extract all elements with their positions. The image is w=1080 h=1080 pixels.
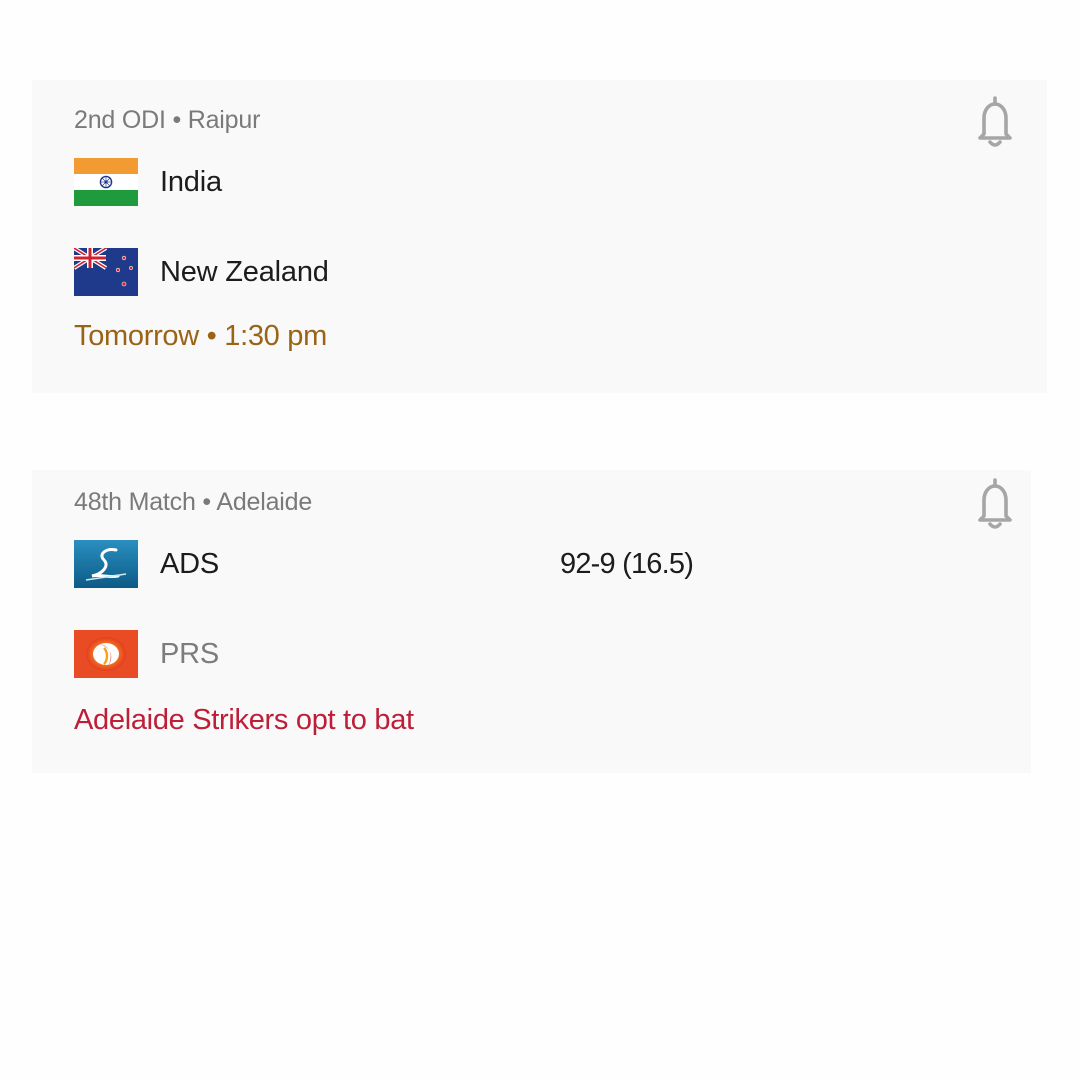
- match-card[interactable]: 2nd ODI • Raipur India New Zealand Tomor…: [32, 80, 1047, 393]
- team-name: India: [160, 166, 222, 198]
- team-name: New Zealand: [160, 256, 329, 288]
- match-status: Tomorrow • 1:30 pm: [74, 320, 327, 352]
- match-meta: 2nd ODI • Raipur: [74, 106, 261, 134]
- match-status: Adelaide Strikers opt to bat: [74, 704, 414, 736]
- match-card[interactable]: 48th Match • Adelaide ADS 92-9 (16.5) PR…: [32, 470, 1031, 773]
- team-row-ads[interactable]: ADS 92-9 (16.5): [74, 540, 974, 588]
- match-list: 2nd ODI • Raipur India New Zealand Tomor…: [0, 0, 1080, 1080]
- new-zealand-flag-icon: [74, 248, 138, 296]
- adelaide-strikers-logo-icon: [74, 540, 138, 588]
- team-name: PRS: [160, 638, 220, 670]
- team-row-india[interactable]: India: [74, 158, 974, 206]
- perth-scorchers-logo-icon: [74, 630, 138, 678]
- bell-icon[interactable]: [970, 94, 1020, 150]
- team-row-new-zealand[interactable]: New Zealand: [74, 248, 974, 296]
- bell-icon[interactable]: [970, 476, 1020, 532]
- india-flag-icon: [74, 158, 138, 206]
- team-score: 92-9 (16.5): [560, 548, 694, 580]
- team-name: ADS: [160, 548, 220, 580]
- team-row-prs[interactable]: PRS: [74, 630, 974, 678]
- match-meta: 48th Match • Adelaide: [74, 488, 313, 516]
